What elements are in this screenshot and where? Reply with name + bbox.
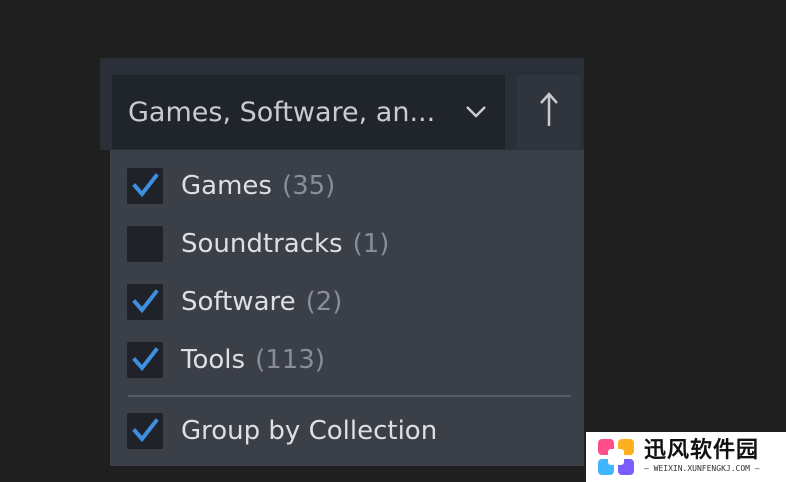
group-by-collection-option[interactable]: Group by Collection <box>110 406 584 456</box>
menu-divider <box>128 395 571 397</box>
checkmark-icon <box>132 347 159 372</box>
filter-item-soundtracks[interactable]: Soundtracks (1) <box>110 219 584 269</box>
checkbox-software[interactable] <box>127 284 163 320</box>
filter-dropdown[interactable]: Games, Software, an... <box>112 75 505 149</box>
filter-item-count: (1) <box>352 229 390 259</box>
filter-item-count: (2) <box>305 287 343 317</box>
filter-item-software[interactable]: Software (2) <box>110 277 584 327</box>
filter-item-count: (113) <box>255 345 325 375</box>
filter-item-label: Software (2) <box>181 287 343 317</box>
checkbox-games[interactable] <box>127 168 163 204</box>
filter-item-label: Soundtracks (1) <box>181 229 390 259</box>
checkbox-group-by-collection[interactable] <box>127 413 163 449</box>
sort-direction-button[interactable] <box>517 75 581 149</box>
checkbox-soundtracks[interactable] <box>127 226 163 262</box>
watermark-title: 迅风软件园 <box>644 438 760 463</box>
watermark-logo-icon <box>596 437 636 477</box>
arrow-up-icon <box>537 90 561 134</box>
chevron-down-icon <box>463 99 489 125</box>
checkmark-icon <box>132 418 159 443</box>
filter-item-label: Tools (113) <box>181 345 325 375</box>
filter-dropdown-label: Games, Software, an... <box>128 96 436 128</box>
filter-item-count: (35) <box>281 171 336 201</box>
checkmark-icon <box>132 289 159 314</box>
filter-item-tools[interactable]: Tools (113) <box>110 335 584 385</box>
watermark-text: 迅风软件园 — WEIXIN.XUNFENGKJ.COM — <box>644 439 760 475</box>
watermark: 迅风软件园 — WEIXIN.XUNFENGKJ.COM — <box>586 432 786 482</box>
checkbox-tools[interactable] <box>127 342 163 378</box>
watermark-subtitle: — WEIXIN.XUNFENGKJ.COM — <box>644 464 760 473</box>
filter-item-label: Games (35) <box>181 171 336 201</box>
app-stage: Games, Software, an... Games (35) Soundt… <box>0 0 786 482</box>
filter-menu: Games (35) Soundtracks (1) Software (2) Too… <box>110 150 584 466</box>
checkmark-icon <box>132 173 159 198</box>
filter-item-games[interactable]: Games (35) <box>110 161 584 211</box>
group-by-collection-label: Group by Collection <box>181 416 438 446</box>
